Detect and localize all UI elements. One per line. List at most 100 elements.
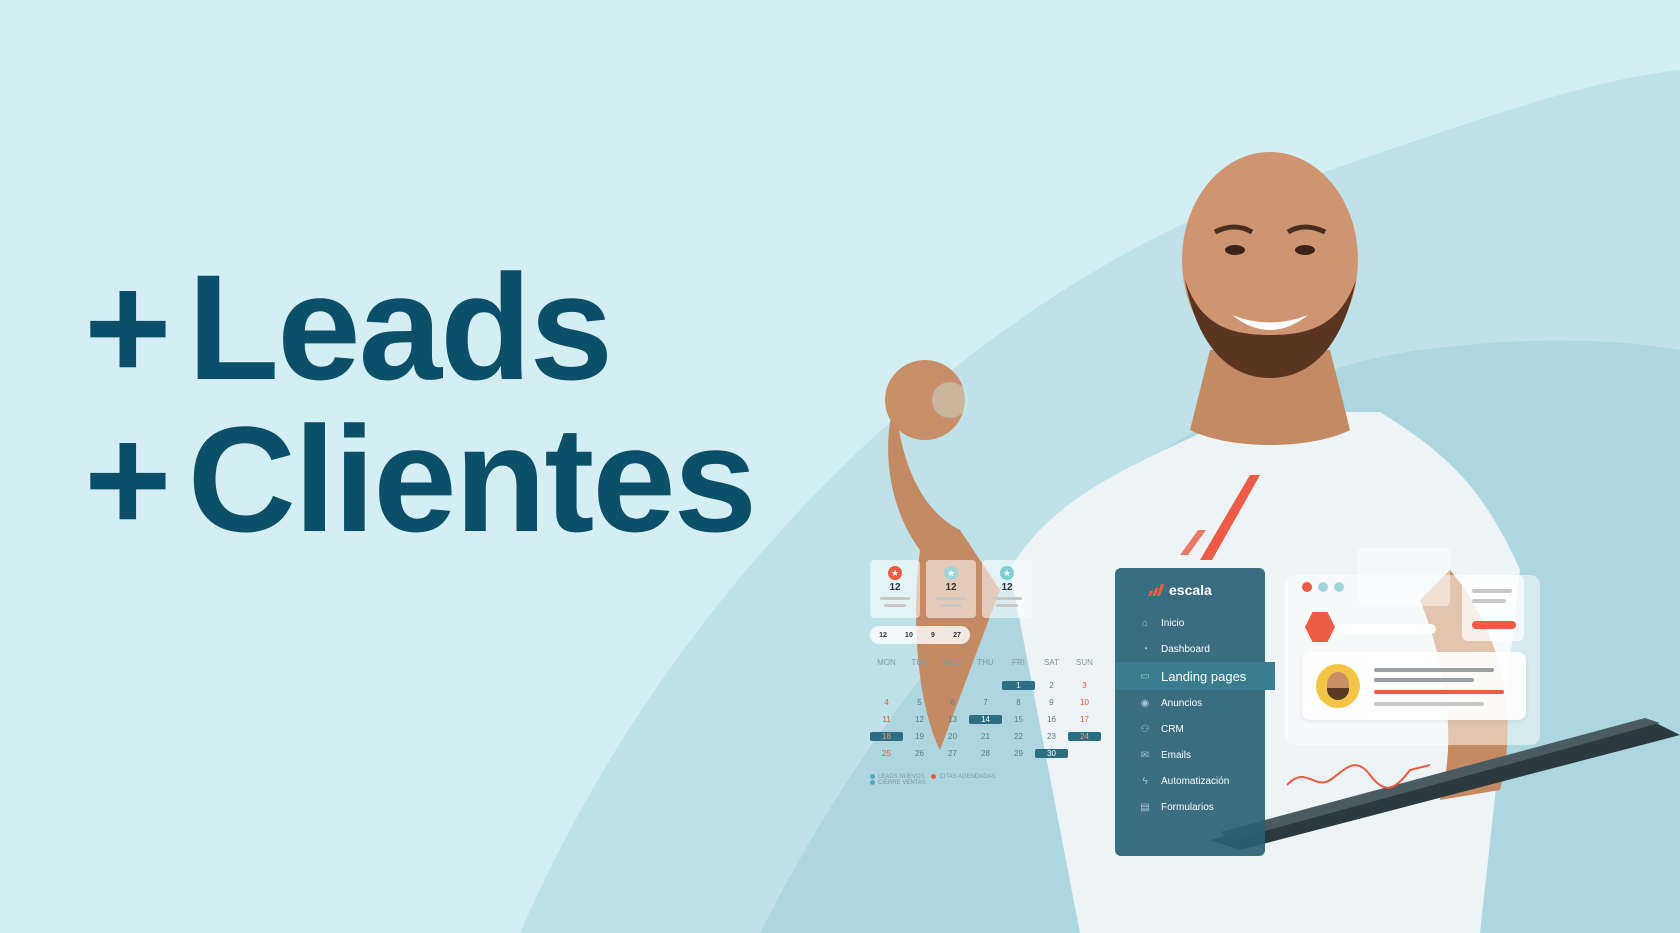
star-icon: ★ xyxy=(1000,566,1014,580)
users-icon: ⚇ xyxy=(1140,723,1150,735)
calendar-stat-card: ★ 12 xyxy=(982,560,1032,618)
plus-sign: + xyxy=(84,395,172,563)
calendar-day[interactable]: 27 xyxy=(936,749,969,758)
pill-value: 9 xyxy=(931,631,935,639)
avatar xyxy=(1316,664,1360,708)
sidebar-item-label: Anuncios xyxy=(1161,697,1203,709)
calendar-day[interactable]: 26 xyxy=(903,749,936,758)
calendar-weekdays: MON TUE WED THU FRI SAT SUN xyxy=(870,658,1100,667)
sidebar-item-label: Emails xyxy=(1161,749,1192,761)
calendar-day[interactable]: 25 xyxy=(870,749,903,758)
status-dots xyxy=(1302,582,1344,592)
banner: + Leads + Clientes ★ 12 ★ 12 ★ 12 12 10 … xyxy=(0,0,1680,933)
calendar-day[interactable]: 23 xyxy=(1035,732,1068,741)
legend-item-cierre: CIERRE VENTAS xyxy=(870,780,926,786)
calendar-day[interactable] xyxy=(870,681,903,690)
calendar-day[interactable]: 8 xyxy=(1002,698,1035,707)
calendar-day[interactable]: 16 xyxy=(1035,715,1068,724)
calendar-stat-pill: 12 10 9 27 xyxy=(870,626,970,644)
pill-value: 10 xyxy=(905,631,913,639)
calendar-day[interactable]: 29 xyxy=(1002,749,1035,758)
calendar-day[interactable]: 1 xyxy=(1002,681,1035,690)
brand-name: escala xyxy=(1169,582,1212,598)
sidebar-item-landing-pages[interactable]: ▭ Landing pages xyxy=(1115,662,1275,690)
calendar-legend: LEADS NUEVOS CITAS AGENDADAS CIERRE VENT… xyxy=(870,774,1100,786)
sidebar-item-label: Dashboard xyxy=(1161,643,1210,655)
calendar-days: 1 2 3 4 5 6 7 8 9 10 11 12 13 14 15 16 17 18 19 20 21 22 23 24 2… xyxy=(870,681,1101,758)
placeholder-bar xyxy=(1340,624,1436,634)
sidebar-item-label: Formularios xyxy=(1161,801,1214,813)
mail-icon: ✉ xyxy=(1140,749,1150,761)
form-icon: ▤ xyxy=(1140,801,1150,813)
headline-word-clientes: Clientes xyxy=(187,395,758,563)
plus-sign: + xyxy=(84,243,172,411)
calendar-day[interactable]: 15 xyxy=(1002,715,1035,724)
calendar-stat-cards: ★ 12 ★ 12 ★ 12 xyxy=(870,560,1100,618)
weekday-label: WED xyxy=(943,658,962,667)
calendar-day[interactable]: 12 xyxy=(903,715,936,724)
calendar-stat-card: ★ 12 xyxy=(870,560,920,618)
calendar-day[interactable]: 17 xyxy=(1068,715,1101,724)
calendar-day[interactable]: 14 xyxy=(969,715,1002,724)
star-icon: ★ xyxy=(944,566,958,580)
calendar-day[interactable]: 11 xyxy=(870,715,903,724)
calendar-day[interactable]: 7 xyxy=(969,698,1002,707)
pill-value: 27 xyxy=(953,631,961,639)
sidebar-item-crm[interactable]: ⚇ CRM xyxy=(1115,716,1265,742)
sidebar-item-dashboard[interactable]: ◔ Dashboard xyxy=(1115,636,1265,662)
calendar-day[interactable]: 19 xyxy=(903,732,936,741)
calendar-day[interactable]: 22 xyxy=(1002,732,1035,741)
sidebar-item-anuncios[interactable]: ◉ Anuncios xyxy=(1115,690,1265,716)
calendar-day[interactable]: 18 xyxy=(870,732,903,741)
headline-clientes: + Clientes xyxy=(84,404,757,554)
calendar-day[interactable]: 3 xyxy=(1068,681,1101,690)
weekday-label: FRI xyxy=(1012,658,1025,667)
stat-value: 12 xyxy=(889,582,901,593)
sidebar-item-inicio[interactable]: ⌂ Inicio xyxy=(1115,610,1265,636)
pie-chart-icon: ◔ xyxy=(1141,643,1149,655)
sidebar-item-label: Landing pages xyxy=(1161,668,1247,684)
calendar-day[interactable]: 24 xyxy=(1068,732,1101,741)
calendar-day[interactable]: 6 xyxy=(936,698,969,707)
sidebar-menu: ⌂ Inicio ◔ Dashboard ▭ Landing pages ◉ Anuncios… xyxy=(1115,610,1275,820)
headline-word-leads: Leads xyxy=(187,243,614,411)
calendar-day[interactable]: 4 xyxy=(870,698,903,707)
calendar-day[interactable]: 28 xyxy=(969,749,1002,758)
calendar-day[interactable]: 30 xyxy=(1035,749,1068,758)
sidebar-item-label: Inicio xyxy=(1161,617,1185,629)
headline-leads: + Leads xyxy=(84,252,613,402)
sidebar-item-label: Automatización xyxy=(1161,775,1230,787)
logo-mark-icon xyxy=(1148,584,1165,596)
page-icon: ▭ xyxy=(1140,670,1150,682)
sidebar-item-automatización[interactable]: ϟ Automatización xyxy=(1115,768,1265,794)
calendar-day[interactable] xyxy=(969,681,1002,690)
brand-logo[interactable]: escala xyxy=(1148,582,1265,598)
sidebar-item-emails[interactable]: ✉ Emails xyxy=(1115,742,1265,768)
calendar-day[interactable] xyxy=(903,681,936,690)
calendar-day[interactable]: 5 xyxy=(903,698,936,707)
calendar-widget: ★ 12 ★ 12 ★ 12 12 10 9 27 MON TUE WED THU FRI SAT SUN … xyxy=(870,560,1101,786)
mini-card xyxy=(1462,575,1524,641)
calendar-day[interactable]: 20 xyxy=(936,732,969,741)
trend-sparkline xyxy=(1286,764,1431,789)
weekday-label: TUE xyxy=(911,658,928,667)
contact-card[interactable] xyxy=(1302,652,1526,720)
calendar-day[interactable]: 10 xyxy=(1068,698,1101,707)
calendar-day[interactable]: 13 xyxy=(936,715,969,724)
app-sidebar: escala ⌂ Inicio ◔ Dashboard ▭ Landing pages ◉ A… xyxy=(1115,568,1275,856)
bolt-icon: ϟ xyxy=(1142,775,1148,787)
calendar-stat-card: ★ 12 xyxy=(926,560,976,618)
weekday-label: MON xyxy=(877,658,896,667)
sidebar-item-label: CRM xyxy=(1161,723,1184,735)
calendar-day[interactable] xyxy=(1068,749,1101,758)
star-icon: ★ xyxy=(888,566,902,580)
legend-item-citas: CITAS AGENDADAS xyxy=(931,774,996,780)
sidebar-item-formularios[interactable]: ▤ Formularios xyxy=(1115,794,1265,820)
home-icon: ⌂ xyxy=(1141,617,1149,629)
weekday-label: SAT xyxy=(1044,658,1059,667)
calendar-day[interactable]: 21 xyxy=(969,732,1002,741)
calendar-day[interactable]: 2 xyxy=(1035,681,1068,690)
calendar-day[interactable]: 9 xyxy=(1035,698,1068,707)
stat-value: 12 xyxy=(1001,582,1013,593)
calendar-day[interactable] xyxy=(936,681,969,690)
